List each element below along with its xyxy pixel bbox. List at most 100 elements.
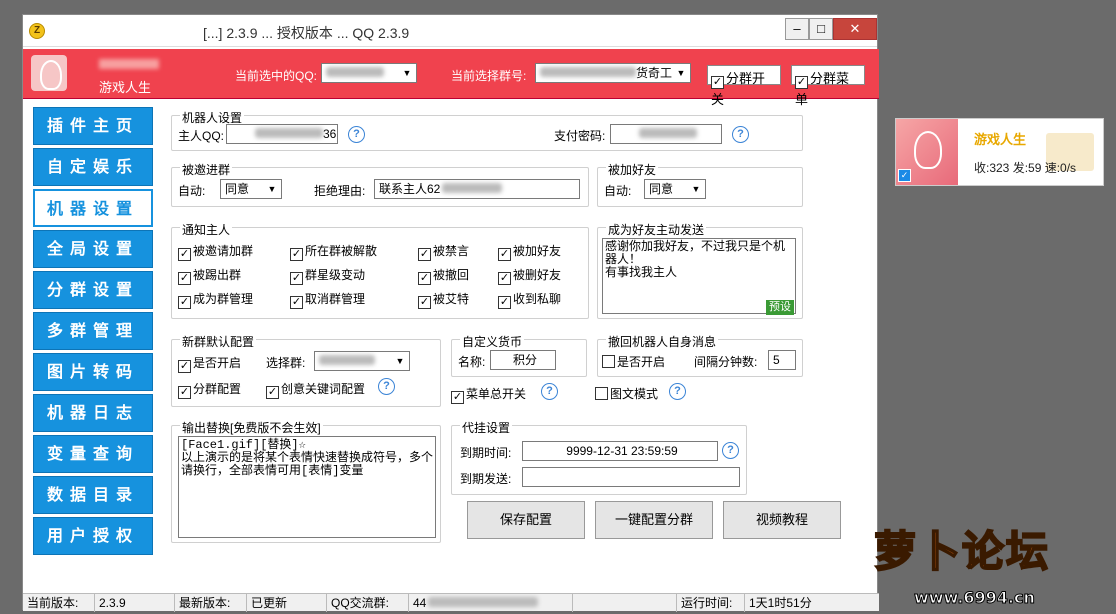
checkbox-label: 被踢出群 (193, 268, 242, 282)
currency-name-label: 名称: (458, 355, 486, 369)
creative-keyword-checkbox[interactable]: ✓ 创意关键词配置 (266, 380, 365, 399)
account-stats: 收:323 发:59 速:0/s (974, 161, 1077, 175)
reject-reason-value: 联系主人62 (379, 182, 441, 196)
checkbox-label: 取消群管理 (305, 292, 366, 306)
expire-send-input[interactable] (522, 467, 740, 487)
output-replace-textarea[interactable]: [Face1.gif][替换]☆ 以上演示的是将某个表情快速替换成符号，多个请换… (178, 436, 436, 538)
notify-checkbox[interactable]: ✓ 被加好友 (498, 242, 561, 261)
checkbox-icon: ✓ (178, 296, 191, 309)
checkbox-icon: ✓ (290, 296, 303, 309)
split-menu-checkbox[interactable]: ✓ 分群菜单 (791, 65, 865, 107)
sidebar-item-data-directory[interactable]: 数据目录 (33, 476, 153, 514)
sidebar-item-robot-settings[interactable]: 机器设置 (33, 189, 153, 227)
enable-checkbox[interactable]: ✓ 是否开启 (178, 354, 241, 373)
master-qq-label: 主人QQ: (178, 129, 225, 143)
notify-checkbox[interactable]: ✓ 被禁言 (418, 242, 469, 261)
watermark-url: www.6994.cn (914, 588, 1036, 608)
notify-checkbox[interactable]: ✓ 成为群管理 (178, 290, 253, 309)
pay-password-input[interactable] (610, 124, 722, 144)
group-select-value: 货奇工 (636, 66, 673, 80)
help-icon[interactable]: ? (722, 442, 739, 459)
side-account-card[interactable]: ✓ 游戏人生 收:323 发:59 速:0/s (895, 118, 1104, 186)
sidebar-item-user-auth[interactable]: 用户授权 (33, 517, 153, 555)
checkbox-label: 被删好友 (513, 268, 562, 282)
one-key-config-button[interactable]: 一键配置分群 (595, 501, 713, 539)
checkbox-icon: ✓ (795, 76, 808, 89)
recall-enable-checkbox[interactable]: 是否开启 (602, 353, 665, 370)
invite-auto-select[interactable]: 同意 ▼ (220, 179, 282, 199)
group-title: 撤回机器人自身消息 (606, 333, 719, 350)
expire-time-label: 到期时间: (460, 446, 512, 460)
checkbox-icon: ✓ (266, 386, 279, 399)
help-icon[interactable]: ? (669, 383, 686, 400)
save-config-button[interactable]: 保存配置 (467, 501, 585, 539)
checkbox-label: 菜单总开关 (466, 387, 527, 401)
account-name: 游戏人生 (974, 132, 1027, 147)
invited-group-section: 被邀进群 自动: 同意 ▼ 拒绝理由: 联系主人62 (171, 161, 589, 207)
sidebar-item-robot-log[interactable]: 机器日志 (33, 394, 153, 432)
notify-checkbox[interactable]: ✓ 群星级变动 (290, 266, 365, 285)
group-title: 新群默认配置 (180, 333, 257, 350)
notify-checkbox[interactable]: ✓ 被邀请加群 (178, 242, 253, 261)
split-switch-checkbox[interactable]: ✓ 分群开关 (707, 65, 781, 107)
current-group-select[interactable]: 货奇工 ▼ (535, 63, 691, 83)
close-button[interactable]: ✕ (833, 18, 877, 40)
expire-send-label: 到期发送: (460, 472, 512, 486)
maximize-button[interactable]: □ (809, 18, 833, 40)
checkbox-label: 被邀请加群 (193, 244, 254, 258)
friend-auto-select[interactable]: 同意 ▼ (644, 179, 706, 199)
sidebar-item-image-transcode[interactable]: 图片转码 (33, 353, 153, 391)
sidebar-item-multi-group[interactable]: 多群管理 (33, 312, 153, 350)
interval-input[interactable]: 5 (768, 350, 796, 370)
current-qq-select[interactable]: ▼ (321, 63, 417, 83)
help-icon[interactable]: ? (541, 383, 558, 400)
checkbox-icon: ✓ (178, 386, 191, 399)
expire-time-input[interactable]: 9999-12-31 23:59:59 (522, 441, 718, 461)
notify-checkbox[interactable]: ✓ 所在群被解散 (290, 242, 377, 261)
checkbox-icon: ✓ (418, 248, 431, 261)
help-icon[interactable]: ? (732, 126, 749, 143)
group-title: 被加好友 (606, 161, 659, 178)
reject-reason-input[interactable]: 联系主人62 (374, 179, 580, 199)
notify-checkbox[interactable]: ✓ 被删好友 (498, 266, 561, 285)
sidebar-item-variable-query[interactable]: 变量查询 (33, 435, 153, 473)
sidebar-item-global-settings[interactable]: 全局设置 (33, 230, 153, 268)
help-icon[interactable]: ? (348, 126, 365, 143)
notify-checkbox[interactable]: ✓ 被踢出群 (178, 266, 241, 285)
chevron-down-icon: ▼ (676, 68, 686, 78)
checkbox-label: 被加好友 (513, 244, 562, 258)
currency-name-input[interactable]: 积分 (490, 350, 556, 370)
auto-label: 自动: (604, 184, 632, 198)
notify-checkbox[interactable]: ✓ 被撤回 (418, 266, 469, 285)
watermark-url-wrap: www.6994.cn (874, 560, 1104, 608)
notify-checkbox[interactable]: ✓ 被艾特 (418, 290, 469, 309)
sidebar-item-group-settings[interactable]: 分群设置 (33, 271, 153, 309)
user-name: 游戏人生 (99, 80, 152, 95)
invite-auto-value: 同意 (225, 182, 250, 196)
sidebar-item-plugin-home[interactable]: 插件主页 (33, 107, 153, 145)
minimize-button[interactable]: – (785, 18, 809, 40)
chevron-down-icon: ▼ (691, 184, 701, 194)
notify-checkbox[interactable]: ✓ 收到私聊 (498, 290, 561, 309)
title-bar: Z [...] 2.3.9 ... 授权版本 ... QQ 2.3.9 – □ … (23, 15, 877, 47)
checkbox-icon[interactable]: ✓ (898, 169, 911, 182)
split-config-checkbox[interactable]: ✓ 分群配置 (178, 380, 241, 399)
new-group-select[interactable]: ▼ (314, 351, 410, 371)
current-version-value: 2.3.9 (95, 594, 175, 612)
checkbox-label: 成为群管理 (193, 292, 254, 306)
video-tutorial-button[interactable]: 视频教程 (723, 501, 841, 539)
qq-group-value-text: 44 (413, 596, 427, 610)
group-title: 通知主人 (180, 221, 233, 238)
sidebar-item-custom-entertainment[interactable]: 自定娱乐 (33, 148, 153, 186)
friend-auto-value: 同意 (649, 182, 674, 196)
menu-switch-checkbox[interactable]: ✓ 菜单总开关 (451, 385, 526, 404)
master-qq-input[interactable]: 36 (226, 124, 338, 144)
image-text-mode-checkbox[interactable]: 图文模式 (595, 385, 658, 402)
notify-checkbox[interactable]: ✓ 取消群管理 (290, 290, 365, 309)
checkbox-label: 被禁言 (433, 244, 470, 258)
qq-group-label: QQ交流群: (327, 594, 409, 612)
help-icon[interactable]: ? (378, 378, 395, 395)
pay-password-label: 支付密码: (554, 129, 606, 143)
preset-tag[interactable]: 预设 (766, 300, 794, 315)
added-friend-section: 被加好友 自动: 同意 ▼ (597, 161, 803, 207)
